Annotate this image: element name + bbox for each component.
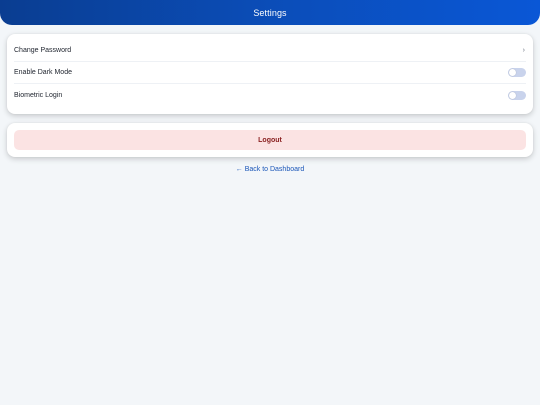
page-title: Settings — [253, 7, 287, 18]
biometric-login-label: Biometric Login — [14, 91, 63, 99]
settings-row-change-password[interactable]: Change Password › — [14, 40, 526, 62]
settings-row-biometric-login: Biometric Login — [14, 84, 526, 106]
toggle-knob — [509, 69, 516, 76]
back-to-dashboard-link[interactable]: ← Back to Dashboard — [236, 166, 304, 173]
dark-mode-toggle[interactable] — [508, 68, 526, 77]
toggle-knob — [509, 91, 516, 99]
logout-button[interactable]: Logout — [14, 130, 526, 150]
settings-card: Change Password › Enable Dark Mode Biome… — [7, 34, 533, 114]
back-link-container: ← Back to Dashboard — [0, 166, 540, 173]
change-password-label: Change Password — [14, 47, 72, 54]
logout-card: Logout — [7, 123, 533, 157]
biometric-login-toggle[interactable] — [508, 90, 526, 100]
dark-mode-label: Enable Dark Mode — [14, 69, 72, 76]
app-header: Settings — [0, 0, 540, 25]
chevron-right-icon: › — [522, 47, 525, 54]
settings-row-dark-mode: Enable Dark Mode — [14, 62, 526, 84]
